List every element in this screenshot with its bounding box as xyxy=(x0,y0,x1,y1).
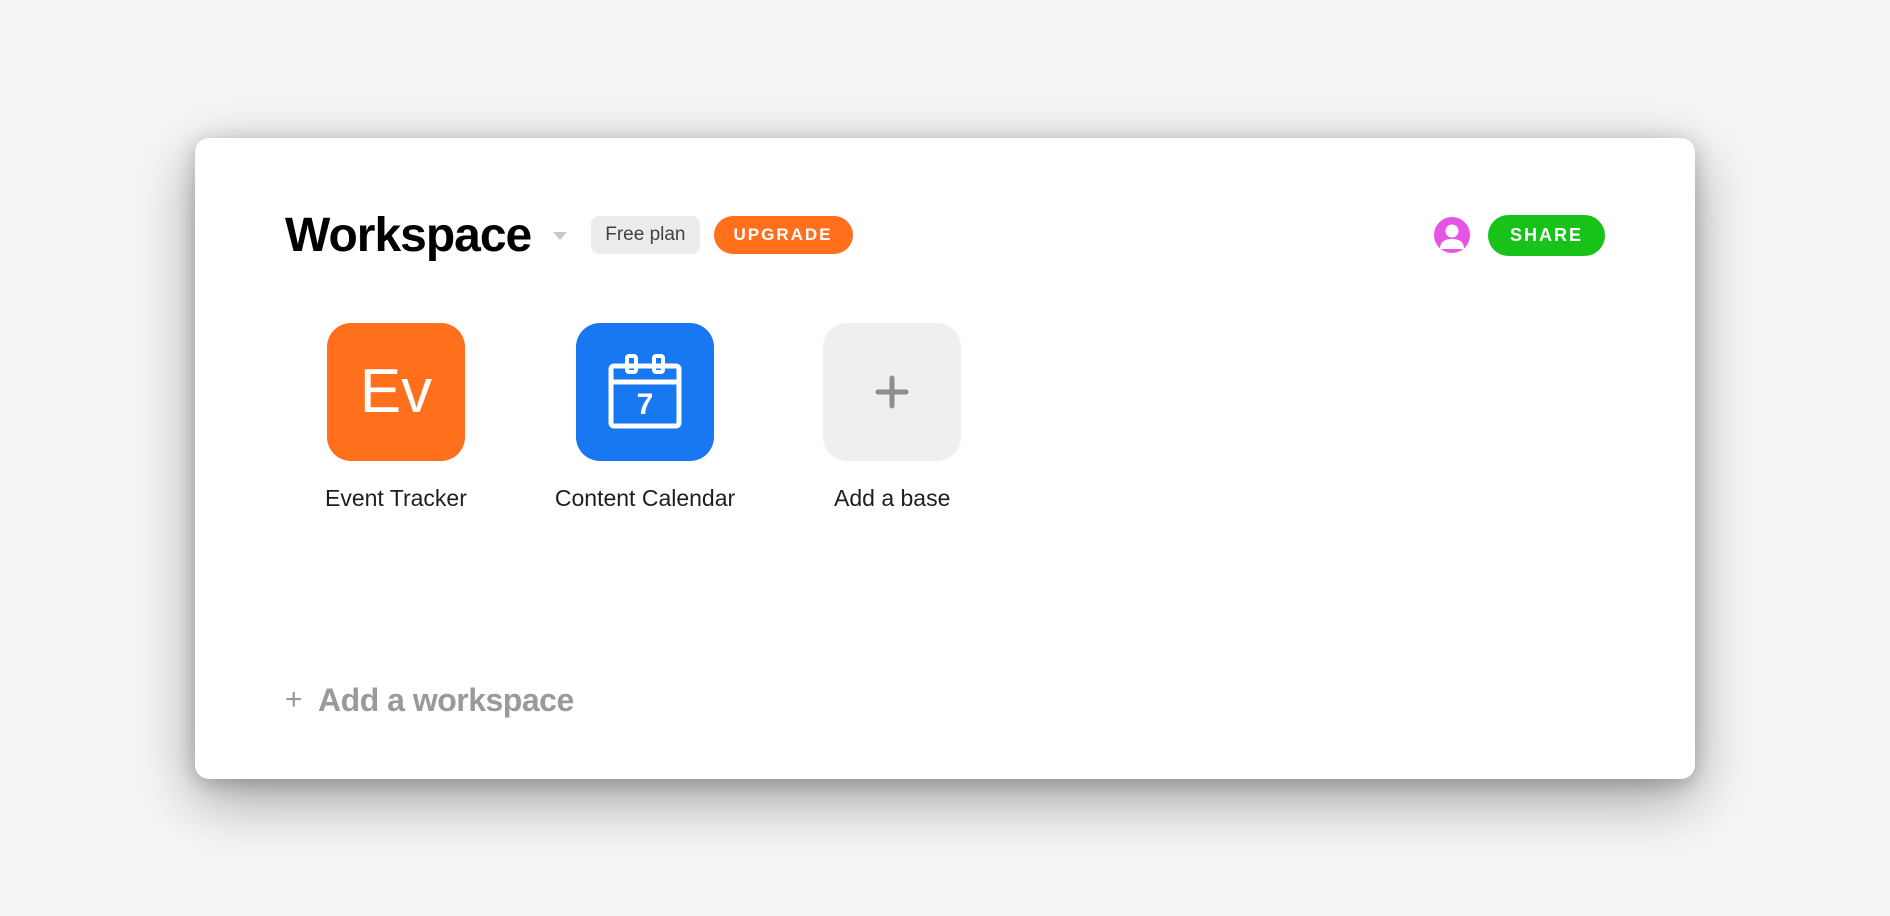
base-card-content-calendar[interactable]: 7 Content Calendar xyxy=(555,323,735,512)
base-icon-text: Ev xyxy=(360,356,432,427)
workspace-dropdown-caret[interactable] xyxy=(551,228,569,242)
chevron-down-icon xyxy=(551,228,569,242)
header-left: Workspace Free plan UPGRADE xyxy=(285,208,853,263)
base-card-add[interactable]: Add a base xyxy=(823,323,961,512)
share-button[interactable]: SHARE xyxy=(1488,215,1605,256)
header: Workspace Free plan UPGRADE SHARE xyxy=(285,208,1605,263)
upgrade-button[interactable]: UPGRADE xyxy=(714,216,853,254)
plus-icon: + xyxy=(285,683,302,717)
header-right: SHARE xyxy=(1434,215,1605,256)
calendar-icon: 7 xyxy=(603,350,687,434)
base-icon: 7 xyxy=(576,323,714,461)
base-label: Content Calendar xyxy=(555,485,735,512)
add-workspace-button[interactable]: + Add a workspace xyxy=(285,682,1605,719)
base-card-event-tracker[interactable]: Ev Event Tracker xyxy=(325,323,467,512)
add-workspace-label: Add a workspace xyxy=(318,682,574,719)
workspace-title: Workspace xyxy=(285,208,531,263)
plan-badge: Free plan xyxy=(591,216,699,254)
base-label: Event Tracker xyxy=(325,485,467,512)
base-icon: Ev xyxy=(327,323,465,461)
plus-icon xyxy=(872,372,912,412)
bases-list: Ev Event Tracker 7 Content Calendar xyxy=(285,323,1605,512)
base-icon xyxy=(823,323,961,461)
base-label: Add a base xyxy=(834,485,950,512)
avatar[interactable] xyxy=(1434,217,1470,253)
user-icon xyxy=(1434,217,1470,253)
calendar-number: 7 xyxy=(637,388,654,421)
workspace-panel: Workspace Free plan UPGRADE SHARE Ev E xyxy=(195,138,1695,779)
